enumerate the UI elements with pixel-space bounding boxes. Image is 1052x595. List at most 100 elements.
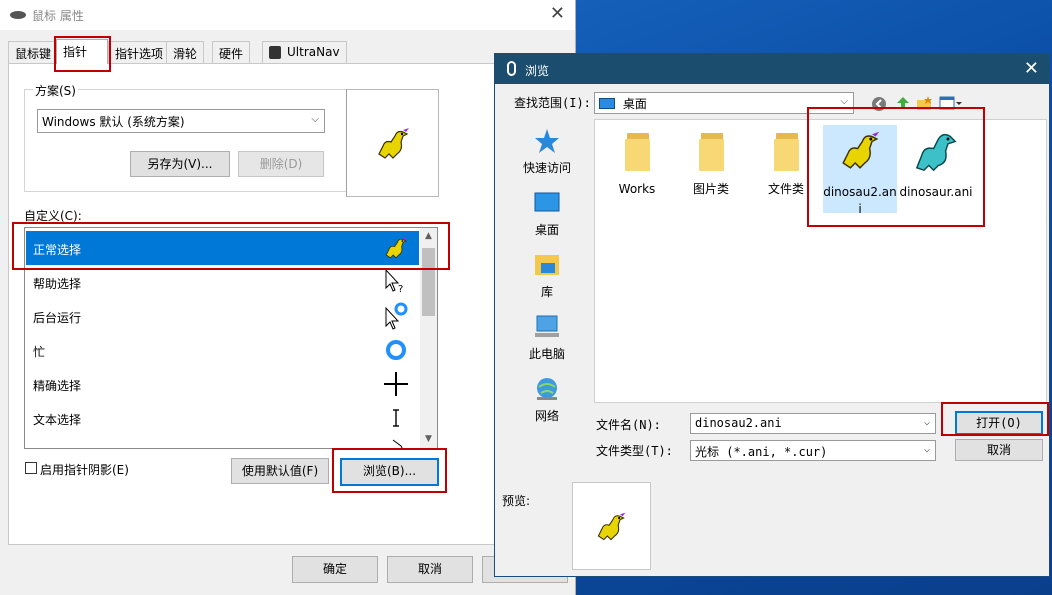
file-name: Works — [618, 182, 656, 196]
cursor-item-label: 后台运行 — [33, 311, 82, 325]
network-icon — [537, 378, 557, 400]
cursor-item-label: 文本选择 — [33, 413, 82, 427]
place-quick-access[interactable]: 快速访问 — [503, 127, 591, 187]
cursor-item-label: 帮助选择 — [33, 277, 82, 291]
use-default-button[interactable]: 使用默认值(F) — [231, 458, 329, 484]
cancel-button[interactable]: 取消 — [387, 556, 473, 583]
browse-dialog: 浏览 ✕ 查找范围(I): 桌面 ⌵ 快速访问 桌面 库 此电脑 网络 Work… — [494, 53, 1050, 577]
dinosaur-cursor-icon — [842, 131, 880, 169]
open-button[interactable]: 打开(O) — [955, 411, 1043, 435]
file-item[interactable]: dinosaur.ani — [899, 127, 973, 201]
tab-pointers[interactable]: 指针 — [56, 39, 108, 64]
file-item[interactable]: 文件类 — [749, 127, 823, 198]
scroll-thumb[interactable] — [422, 248, 435, 316]
place-label: 此电脑 — [528, 347, 565, 361]
tab-wheel[interactable]: 滑轮 — [166, 41, 205, 63]
preview-area — [572, 482, 651, 570]
filename-input[interactable]: dinosau2.ani ⌵ — [690, 413, 936, 434]
cursor-list[interactable]: 正常选择 帮助选择 ? 后台运行 忙 精确选择 文本选择 ▲ ▼ — [24, 227, 438, 449]
folder-icon — [687, 127, 735, 175]
place-label: 网络 — [534, 409, 559, 423]
working-in-background-cursor-icon — [385, 302, 408, 330]
list-item[interactable]: 精确选择 — [26, 367, 419, 401]
mouse-properties-window: 鼠标 属性 ✕ 鼠标键 指针 指针选项 滑轮 硬件 UltraNav 方案(S)… — [0, 0, 576, 595]
text-ibeam-icon — [393, 409, 399, 427]
new-folder-icon[interactable] — [916, 95, 934, 111]
chevron-down-icon: ⌵ — [923, 444, 930, 455]
file-name: 文件类 — [767, 182, 804, 196]
tab-ultranav[interactable]: UltraNav — [262, 41, 347, 63]
folder-icon — [762, 127, 810, 175]
look-in-dropdown[interactable]: 桌面 ⌵ — [594, 92, 854, 114]
chevron-down-icon: ⌵ — [840, 96, 848, 107]
tab-buttons[interactable]: 鼠标键 — [8, 41, 59, 63]
back-icon[interactable] — [871, 96, 887, 112]
file-list[interactable]: Works 图片类 文件类 dinosau2.ani dinosaur.ani — [594, 119, 1047, 403]
file-name: dinosau2.ani — [823, 185, 897, 216]
place-label: 桌面 — [534, 223, 559, 237]
precision-crosshair-icon — [384, 372, 408, 396]
close-icon[interactable]: ✕ — [1024, 58, 1039, 79]
place-network[interactable]: 网络 — [503, 375, 591, 435]
tab-pointer-options[interactable]: 指针选项 — [108, 41, 171, 63]
filename-value: dinosau2.ani — [695, 416, 782, 430]
tab-ultranav-label: UltraNav — [287, 45, 340, 59]
place-desktop[interactable]: 桌面 — [503, 189, 591, 249]
cursor-item-label: 忙 — [33, 345, 46, 359]
preview-label: 预览: — [502, 494, 531, 508]
list-scrollbar[interactable]: ▲ ▼ — [420, 228, 437, 448]
ok-button[interactable]: 确定 — [292, 556, 378, 583]
star-icon — [535, 129, 559, 153]
places-bar: 快速访问 桌面 库 此电脑 网络 — [503, 119, 591, 460]
look-in-label: 查找范围(I): — [514, 96, 591, 110]
file-item[interactable]: 图片类 — [674, 127, 748, 198]
filetype-label: 文件类型(T): — [596, 444, 673, 458]
scheme-value: Windows 默认 (系统方案) — [42, 115, 185, 129]
scheme-label: 方案(S) — [33, 82, 78, 99]
library-icon — [535, 255, 559, 275]
list-item[interactable]: 忙 — [26, 333, 419, 367]
list-item[interactable]: 文本选择 — [26, 401, 419, 435]
dialog-title: 浏览 — [525, 64, 550, 78]
list-item[interactable]: 正常选择 — [26, 231, 419, 265]
dialog-title-bar: 浏览 ✕ — [495, 54, 1049, 84]
file-item[interactable]: dinosau2.ani — [823, 125, 897, 216]
place-libraries[interactable]: 库 — [503, 251, 591, 311]
dinosaur-cursor-icon — [597, 512, 626, 541]
cursor-item-label: 精确选择 — [33, 379, 82, 393]
window-title: 鼠标 属性 — [32, 9, 84, 23]
scheme-group: 方案(S) Windows 默认 (系统方案) ⌵ 另存为(V)... 删除(D… — [24, 82, 365, 192]
close-icon[interactable]: ✕ — [550, 3, 565, 24]
place-label: 快速访问 — [522, 161, 571, 175]
shadow-checkbox[interactable] — [25, 462, 37, 474]
file-item[interactable]: Works — [600, 127, 674, 198]
busy-cursor-icon — [386, 340, 406, 360]
cursor-preview — [346, 89, 439, 197]
pointers-tab-panel: 方案(S) Windows 默认 (系统方案) ⌵ 另存为(V)... 删除(D… — [8, 63, 568, 545]
scroll-up-icon[interactable]: ▲ — [420, 228, 437, 245]
list-item[interactable]: 后台运行 — [26, 299, 419, 333]
delete-button[interactable]: 删除(D) — [238, 151, 324, 177]
scheme-dropdown[interactable]: Windows 默认 (系统方案) ⌵ — [37, 109, 325, 133]
filetype-dropdown[interactable]: 光标 (*.ani, *.cur) ⌵ — [690, 440, 936, 461]
ultranav-icon — [269, 46, 281, 59]
customize-label: 自定义(C): — [24, 209, 82, 223]
dinosaur-cursor-icon — [378, 128, 409, 159]
dialog-cancel-button[interactable]: 取消 — [955, 439, 1043, 461]
browse-button[interactable]: 浏览(B)... — [340, 458, 439, 486]
cursor-item-label: 正常选择 — [33, 243, 82, 257]
chevron-down-icon: ⌵ — [923, 417, 930, 428]
filename-label: 文件名(N): — [596, 418, 661, 432]
save-as-button[interactable]: 另存为(V)... — [130, 151, 230, 177]
desktop-icon — [599, 98, 615, 109]
scroll-down-icon[interactable]: ▼ — [420, 431, 437, 448]
shadow-checkbox-label: 启用指针阴影(E) — [40, 463, 129, 477]
dinosaur-cursor-icon — [385, 236, 408, 259]
list-item[interactable]: 帮助选择 ? — [26, 265, 419, 299]
help-cursor-icon: ? — [385, 268, 403, 295]
partial-cursor-icon — [392, 439, 403, 448]
view-menu-icon[interactable] — [939, 95, 963, 111]
up-folder-icon[interactable] — [895, 95, 911, 111]
place-this-pc[interactable]: 此电脑 — [503, 313, 591, 373]
tab-hardware[interactable]: 硬件 — [212, 41, 251, 63]
